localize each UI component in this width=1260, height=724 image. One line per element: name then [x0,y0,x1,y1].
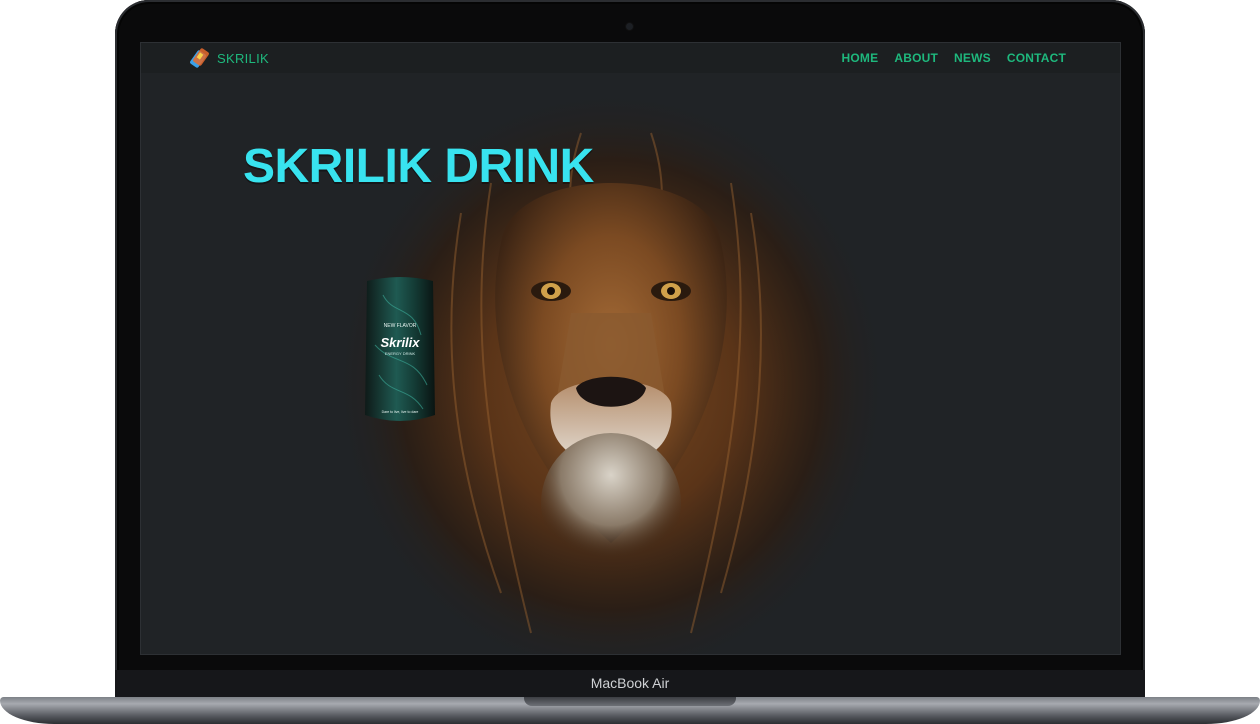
energy-drink-logo-icon [190,48,209,68]
browser-viewport: SKRILIK HOME ABOUT NEWS CONTACT SKRILIK … [140,42,1121,655]
nav-about[interactable]: ABOUT [894,51,938,65]
can-logo-text: Skrilix [380,335,420,350]
can-subtitle-text: ENERGY DRINK [385,351,416,356]
can-tagline-text: Dare to live, live to dare [382,410,419,414]
brand-name: SKRILIK [217,50,269,66]
nav-news[interactable]: NEWS [954,51,991,65]
hero-headline: SKRILIK DRINK [243,140,594,193]
site-navbar: SKRILIK HOME ABOUT NEWS CONTACT [141,43,1120,73]
can-top-text: NEW FLAVOR [384,323,417,329]
nav-menu: HOME ABOUT NEWS CONTACT [842,51,1066,65]
nav-contact[interactable]: CONTACT [1007,51,1066,65]
brand-link[interactable]: SKRILIK [189,48,269,68]
laptop-lid-notch [524,697,736,706]
webcam [626,23,633,30]
nav-home[interactable]: HOME [842,51,879,65]
device-model-label: MacBook Air [590,675,670,691]
energy-drink-can-image: NEW FLAVOR Skrilix ENERGY DRINK Dare to … [365,277,435,421]
